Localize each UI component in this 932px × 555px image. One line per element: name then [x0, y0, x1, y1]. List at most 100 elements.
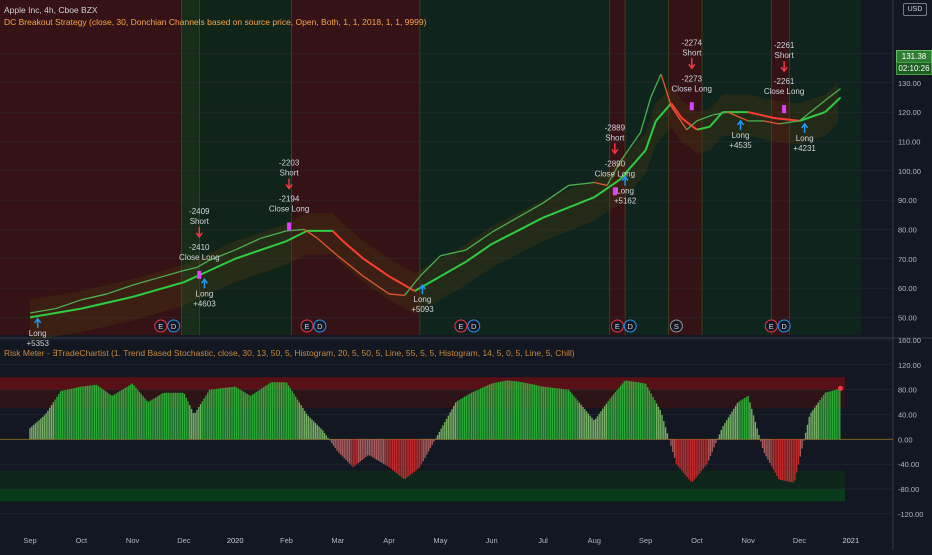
risk-bar — [648, 390, 651, 440]
risk-bar — [620, 385, 622, 440]
risk-bar — [375, 439, 378, 460]
risk-bar — [453, 405, 455, 440]
event-label: S — [674, 322, 679, 331]
risk-bar — [772, 439, 775, 470]
chart-stage[interactable]: 50.00 60.00 70.00 80.00 90.00 100.00 110.00 120… — [0, 0, 932, 550]
oversold-zone — [0, 488, 845, 502]
risk-bar — [584, 409, 586, 440]
risk-bar — [187, 401, 189, 440]
risk-bar — [137, 389, 139, 440]
risk-bar — [779, 439, 782, 480]
risk-bar — [628, 381, 631, 440]
risk-bar — [158, 395, 160, 440]
risk-bar — [519, 381, 521, 440]
sub-y-tick-label: 80.00 — [898, 386, 917, 395]
risk-bar — [36, 421, 38, 440]
close-label: Close Long — [269, 204, 309, 213]
risk-bar — [418, 439, 421, 468]
risk-bar — [436, 435, 439, 440]
risk-bar — [733, 408, 735, 440]
regime-band — [789, 0, 862, 335]
risk-bar — [663, 421, 665, 440]
risk-bar — [397, 439, 399, 475]
risk-bar — [167, 392, 169, 440]
risk-bar — [693, 439, 696, 480]
risk-bar — [724, 423, 726, 440]
risk-bar — [427, 439, 430, 452]
risk-bar — [690, 439, 692, 482]
risk-bar — [395, 439, 397, 474]
risk-bar — [523, 382, 525, 440]
risk-bar — [650, 393, 652, 440]
risk-bar — [541, 386, 543, 440]
risk-bar — [90, 385, 92, 440]
risk-bar — [291, 391, 293, 440]
risk-bar — [769, 439, 771, 463]
risk-bar — [808, 416, 810, 440]
event-label: D — [171, 322, 177, 331]
risk-bar — [196, 409, 198, 440]
risk-bar — [384, 439, 387, 466]
risk-bar — [553, 387, 555, 440]
risk-bar — [41, 416, 44, 440]
close-value: -2273 — [682, 74, 703, 83]
short-label: Short — [190, 217, 210, 226]
risk-bar — [329, 439, 331, 441]
short-value: -2409 — [189, 207, 210, 216]
long-label: Long — [29, 329, 47, 338]
risk-bar — [339, 439, 342, 455]
risk-bar — [575, 398, 577, 440]
risk-bar — [153, 398, 155, 440]
risk-bar — [298, 402, 301, 440]
risk-bar — [736, 402, 739, 440]
indicator-title[interactable]: Risk Meter - ∃TradeChartist (1. Trend Ba… — [4, 348, 575, 358]
risk-bar — [271, 382, 274, 440]
y-tick-label: 90.00 — [898, 196, 917, 205]
risk-bar — [93, 384, 96, 440]
risk-bar — [794, 439, 796, 481]
close-marker — [689, 102, 694, 111]
risk-bar — [106, 392, 108, 440]
risk-bar — [639, 382, 642, 440]
risk-bar — [734, 405, 737, 440]
chart-canvas[interactable]: 50.00 60.00 70.00 80.00 90.00 100.00 110.00 120… — [0, 0, 932, 550]
risk-bar — [576, 400, 579, 440]
risk-bar — [681, 439, 683, 471]
symbol-title[interactable]: Apple Inc, 4h, Cboe BZX — [4, 5, 98, 15]
risk-bar — [598, 413, 600, 440]
long-profit: +4603 — [193, 299, 216, 308]
risk-bar — [699, 439, 701, 474]
short-label: Short — [682, 48, 702, 57]
risk-bar — [185, 397, 187, 440]
risk-bar — [711, 439, 713, 452]
risk-bar — [618, 387, 620, 440]
risk-bar — [352, 439, 354, 468]
risk-bar — [63, 390, 65, 440]
risk-bar — [374, 439, 376, 459]
risk-bar — [442, 425, 444, 440]
risk-bar — [366, 439, 369, 456]
risk-bar — [110, 394, 112, 440]
risk-bar — [804, 432, 807, 440]
risk-bar — [124, 387, 126, 440]
risk-bar — [803, 439, 805, 441]
risk-bar — [79, 386, 81, 440]
risk-bar — [399, 439, 401, 476]
risk-bar — [555, 388, 557, 440]
risk-bar — [564, 389, 566, 440]
risk-bar — [169, 392, 171, 440]
currency-button[interactable]: USD — [903, 3, 927, 16]
risk-bar — [278, 382, 281, 440]
risk-bar — [797, 439, 800, 465]
risk-bar — [305, 413, 308, 440]
short-label: Short — [280, 168, 300, 177]
risk-bar — [645, 383, 647, 440]
risk-bar — [752, 415, 755, 440]
risk-bar — [684, 439, 687, 475]
risk-bar — [566, 389, 568, 440]
risk-bar — [526, 383, 529, 440]
strategy-title[interactable]: DC Breakout Strategy (close, 30, Donchia… — [4, 17, 426, 27]
risk-bar — [146, 400, 148, 440]
risk-bar — [246, 393, 248, 440]
risk-bar — [611, 396, 613, 440]
